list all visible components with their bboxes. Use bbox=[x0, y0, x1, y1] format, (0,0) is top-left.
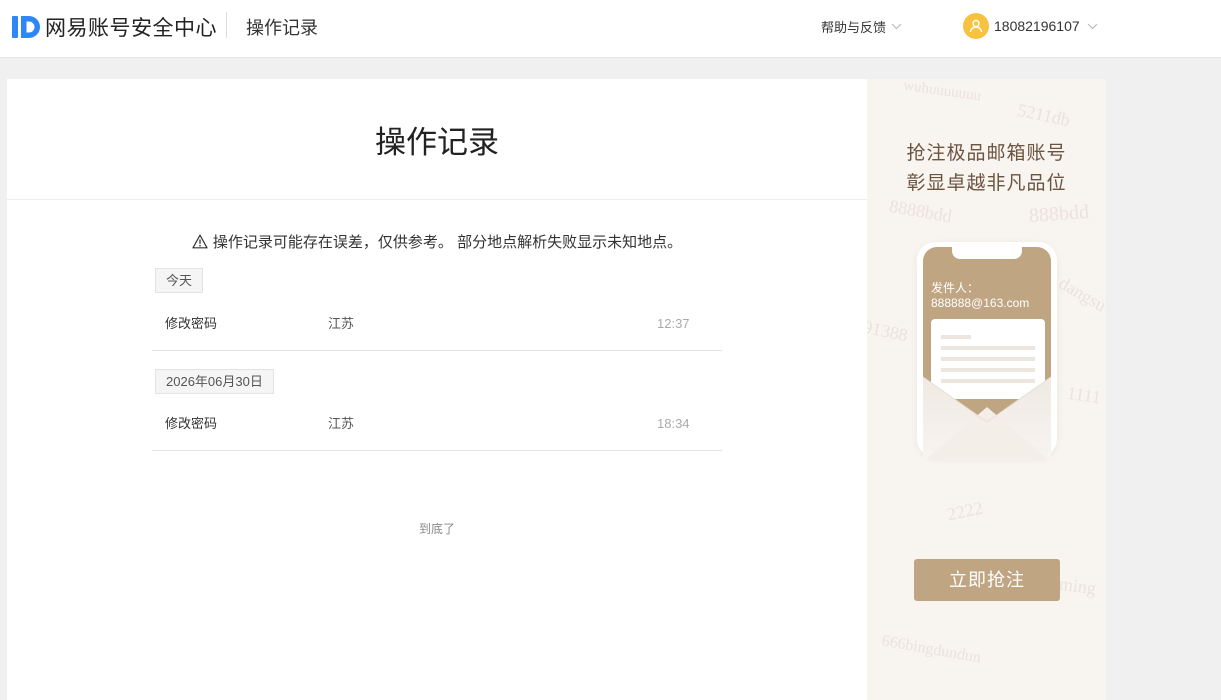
date-group-label: 今天 bbox=[155, 268, 204, 293]
chevron-down-icon bbox=[891, 23, 902, 30]
register-now-button[interactable]: 立即抢注 bbox=[914, 559, 1060, 601]
watermark-text: 2222 bbox=[945, 497, 985, 525]
watermark-text: 8888bdd bbox=[887, 195, 954, 227]
watermark-text: 5211db bbox=[1015, 99, 1072, 131]
sender-label: 发件人： bbox=[931, 281, 980, 295]
brand-name: 网易账号安全中心 bbox=[45, 17, 217, 40]
top-header: 网易账号安全中心 操作记录 帮助与反馈 18082196107 bbox=[0, 0, 1221, 58]
record-location: 江苏 bbox=[328, 316, 355, 331]
user-icon bbox=[969, 19, 983, 33]
record-time: 12:37 bbox=[657, 316, 690, 331]
log-record-row: 修改密码 江苏 12:37 bbox=[152, 305, 722, 351]
header-divider bbox=[226, 12, 227, 38]
watermark-text: 666bingdundun bbox=[880, 632, 983, 667]
letter-line bbox=[941, 357, 1035, 361]
letter-line bbox=[941, 346, 1035, 350]
username: 18082196107 bbox=[994, 18, 1080, 34]
envelope-icon bbox=[923, 376, 1051, 459]
user-menu[interactable]: 18082196107 bbox=[963, 13, 1099, 39]
phone-notch bbox=[952, 247, 1022, 259]
watermark-text: 91388 bbox=[867, 316, 910, 346]
date-group-label: 2026年06月30日 bbox=[155, 369, 274, 394]
log-record-row: 修改密码 江苏 18:34 bbox=[152, 405, 722, 451]
help-feedback-menu[interactable]: 帮助与反馈 bbox=[821, 17, 903, 36]
promo-headline-line-1: 抢注极品邮箱账号 bbox=[906, 143, 1067, 164]
notice-text: 操作记录可能存在误差，仅供参考。 部分地点解析失败显示未知地点。 bbox=[212, 234, 683, 251]
watermark-text: 1111 bbox=[1065, 382, 1103, 408]
logo-icon bbox=[12, 16, 40, 38]
phone-illustration: 发件人： 888888@163.com bbox=[917, 242, 1057, 459]
record-action: 修改密码 bbox=[165, 316, 218, 331]
chevron-down-icon bbox=[1087, 23, 1098, 29]
sender-email: 888888@163.com bbox=[931, 296, 1030, 310]
watermark-text: wuhuuuuuuu bbox=[902, 79, 983, 105]
watermark-text: dangsu bbox=[1055, 272, 1106, 316]
watermark-text: 888bdd bbox=[1028, 200, 1090, 228]
record-action: 修改密码 bbox=[165, 416, 218, 431]
help-feedback-label: 帮助与反馈 bbox=[821, 20, 887, 35]
record-time: 18:34 bbox=[657, 416, 690, 431]
promo-headline: 抢注极品邮箱账号 彰显卓越非凡品位 bbox=[867, 139, 1106, 199]
warning-icon bbox=[192, 234, 208, 249]
watermark-text: ming bbox=[1057, 573, 1098, 599]
accuracy-notice: 操作记录可能存在误差，仅供参考。 部分地点解析失败显示未知地点。 bbox=[7, 231, 867, 252]
promo-banner[interactable]: wuhuuuuuuu 5211db 8888bdd 888bdd dangsu … bbox=[867, 79, 1106, 700]
phone-screen: 发件人： 888888@163.com bbox=[923, 247, 1051, 459]
title-divider bbox=[7, 199, 867, 200]
page-title: 操作记录 bbox=[375, 125, 499, 160]
promo-headline-line-2: 彰显卓越非凡品位 bbox=[906, 173, 1067, 194]
header-page-name: 操作记录 bbox=[246, 18, 318, 38]
end-of-list-note: 到底了 bbox=[418, 522, 455, 536]
record-location: 江苏 bbox=[328, 416, 355, 431]
letter-line bbox=[941, 335, 971, 339]
logo[interactable]: 网易账号安全中心 bbox=[12, 12, 217, 42]
avatar bbox=[963, 13, 989, 39]
operation-log-panel: 操作记录 操作记录可能存在误差，仅供参考。 部分地点解析失败显示未知地点。 今天… bbox=[7, 79, 867, 700]
